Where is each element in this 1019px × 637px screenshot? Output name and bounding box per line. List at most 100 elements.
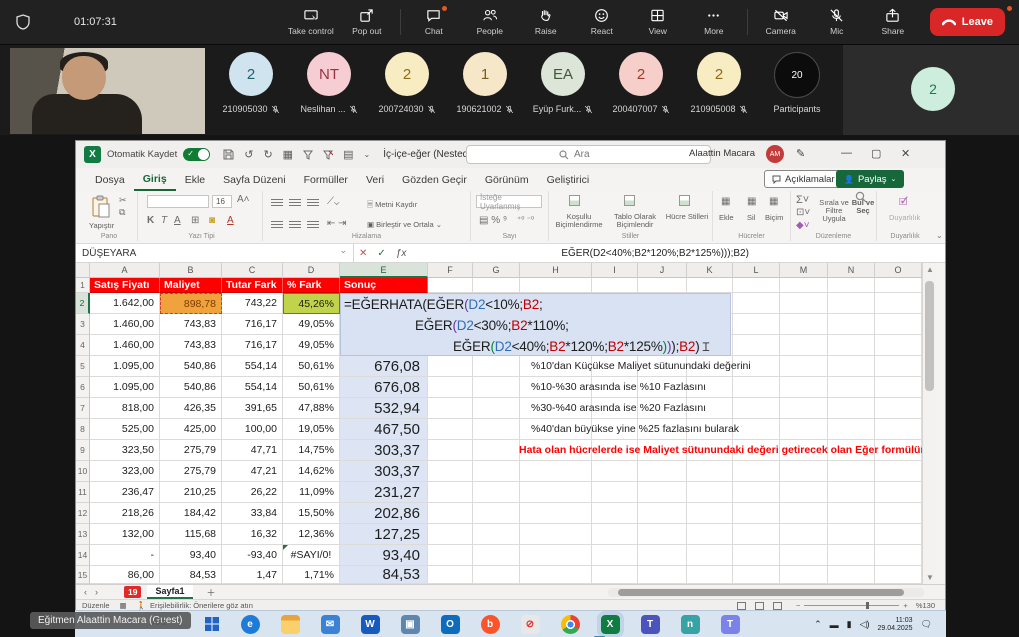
- cell-E6[interactable]: 676,08: [340, 377, 428, 398]
- excel-icon[interactable]: X: [601, 615, 620, 634]
- cell-J15[interactable]: [638, 566, 687, 584]
- cell-G5[interactable]: [473, 356, 520, 377]
- cell-L11[interactable]: [733, 482, 780, 503]
- cell-O8[interactable]: [875, 419, 922, 440]
- cell-O11[interactable]: [875, 482, 922, 503]
- row-header-4[interactable]: 4: [76, 335, 90, 356]
- cell-D1[interactable]: % Fark: [283, 278, 340, 293]
- taskbar-search[interactable]: Ara: [152, 617, 166, 627]
- row-header-2[interactable]: 2: [76, 293, 90, 314]
- cell-B7[interactable]: 426,35: [160, 398, 222, 419]
- align-top-icon[interactable]: [271, 197, 283, 208]
- start-button[interactable]: [205, 617, 219, 631]
- column-header-g[interactable]: G: [473, 263, 520, 278]
- cell-A6[interactable]: 1.095,00: [90, 377, 160, 398]
- cell-M13[interactable]: [780, 524, 828, 545]
- cell-B12[interactable]: 184,42: [160, 503, 222, 524]
- display-search-icon[interactable]: ▣: [401, 615, 420, 634]
- bold-icon[interactable]: K: [147, 215, 154, 226]
- cell-B5[interactable]: 540,86: [160, 356, 222, 377]
- underline-icon[interactable]: A: [174, 215, 181, 226]
- cell-D15[interactable]: 1,71%: [283, 566, 340, 584]
- participant-tile[interactable]: 2200724030: [368, 52, 446, 114]
- file-explorer-icon[interactable]: [281, 615, 300, 634]
- cell-A3[interactable]: 1.460,00: [90, 314, 160, 335]
- cell-N7[interactable]: [828, 398, 875, 419]
- leave-button[interactable]: Leave: [930, 8, 1005, 36]
- cell-F15[interactable]: [428, 566, 473, 584]
- save-icon[interactable]: [223, 149, 234, 160]
- cell-H1[interactable]: [520, 278, 592, 293]
- cell-O14[interactable]: [875, 545, 922, 566]
- teams-2-icon[interactable]: T: [721, 615, 740, 634]
- cell-D12[interactable]: 15,50%: [283, 503, 340, 524]
- cell-J13[interactable]: [638, 524, 687, 545]
- cell-L14[interactable]: [733, 545, 780, 566]
- cell-F13[interactable]: [428, 524, 473, 545]
- raise-button[interactable]: Raise: [519, 8, 573, 36]
- cell-O6[interactable]: [875, 377, 922, 398]
- fill-color-icon[interactable]: ◙: [209, 215, 215, 226]
- select-all-corner[interactable]: [76, 263, 90, 278]
- cell-I11[interactable]: [592, 482, 638, 503]
- take-control-button[interactable]: Take control: [284, 8, 338, 36]
- cell-F7[interactable]: [428, 398, 473, 419]
- row-header-14[interactable]: 14: [76, 545, 90, 566]
- row-header-11[interactable]: 11: [76, 482, 90, 503]
- cell-B8[interactable]: 425,00: [160, 419, 222, 440]
- cell-B13[interactable]: 115,68: [160, 524, 222, 545]
- cell-D9[interactable]: 14,75%: [283, 440, 340, 461]
- cell-M8[interactable]: [780, 419, 828, 440]
- cell-E15[interactable]: 84,53: [340, 566, 428, 584]
- formula-bar-text[interactable]: EĞER(D2<40%;B2*120%;B2*125%)));B2): [561, 248, 749, 259]
- enter-icon[interactable]: ✓: [377, 248, 385, 259]
- row-header-10[interactable]: 10: [76, 461, 90, 482]
- cell-F5[interactable]: [428, 356, 473, 377]
- column-header-m[interactable]: M: [780, 263, 828, 278]
- copy-icon[interactable]: ⧉: [119, 207, 125, 218]
- tray-camera-icon[interactable]: ▬: [830, 620, 839, 630]
- cell-G8[interactable]: [473, 419, 520, 440]
- italic-icon[interactable]: T: [161, 215, 167, 226]
- cell-H11[interactable]: [520, 482, 592, 503]
- number-format-combobox[interactable]: İsteğe Uyarlanmış: [476, 195, 542, 208]
- cell-O7[interactable]: [875, 398, 922, 419]
- cell-B6[interactable]: 540,86: [160, 377, 222, 398]
- paste-label[interactable]: Yapıştır: [89, 221, 114, 230]
- cell-N15[interactable]: [828, 566, 875, 584]
- cell-E9[interactable]: 303,37: [340, 440, 428, 461]
- search-input[interactable]: Ara: [466, 145, 711, 164]
- cell-A4[interactable]: 1.460,00: [90, 335, 160, 356]
- add-sheet-icon[interactable]: ＋: [207, 586, 216, 599]
- participant-tile[interactable]: NTNeslihan ...: [290, 52, 368, 114]
- ribbon-tab-sayfa-düzeni[interactable]: Sayfa Düzeni: [214, 170, 294, 190]
- cell-F14[interactable]: [428, 545, 473, 566]
- cell-A14[interactable]: -: [90, 545, 160, 566]
- font-color-icon[interactable]: A: [227, 215, 234, 226]
- ribbon-tab-formüller[interactable]: Formüller: [295, 170, 357, 190]
- cell-L3[interactable]: [733, 314, 780, 335]
- cell-A12[interactable]: 218,26: [90, 503, 160, 524]
- cell-K13[interactable]: [687, 524, 733, 545]
- minimize-button[interactable]: —: [841, 147, 852, 159]
- cell-D8[interactable]: 19,05%: [283, 419, 340, 440]
- cell-C10[interactable]: 47,21: [222, 461, 283, 482]
- mic-button[interactable]: Mic: [810, 8, 864, 36]
- notebook-icon[interactable]: n: [681, 615, 700, 634]
- decimal-icons[interactable]: ⁺⁰ ⁻⁰: [517, 215, 534, 224]
- cell-A1[interactable]: Satış Fiyatı: [90, 278, 160, 293]
- comments-button[interactable]: Açıklamalar: [764, 170, 843, 188]
- column-header-e[interactable]: E: [340, 263, 428, 278]
- zoom-level[interactable]: %130: [916, 601, 935, 610]
- qat-dropdown-icon[interactable]: ⌄: [363, 150, 370, 159]
- cell-C2[interactable]: 743,22: [222, 293, 283, 314]
- orientation-icon[interactable]: ⟋⌄: [327, 196, 339, 207]
- cell-H14[interactable]: [520, 545, 592, 566]
- cell-K15[interactable]: [687, 566, 733, 584]
- cell-B14[interactable]: 93,40: [160, 545, 222, 566]
- clear-icon[interactable]: ◆˅: [796, 220, 810, 231]
- borders-icon[interactable]: ⊞: [191, 215, 199, 226]
- cell-M11[interactable]: [780, 482, 828, 503]
- align-left-icon[interactable]: [271, 219, 283, 230]
- pop-out-button[interactable]: Pop out: [340, 8, 394, 36]
